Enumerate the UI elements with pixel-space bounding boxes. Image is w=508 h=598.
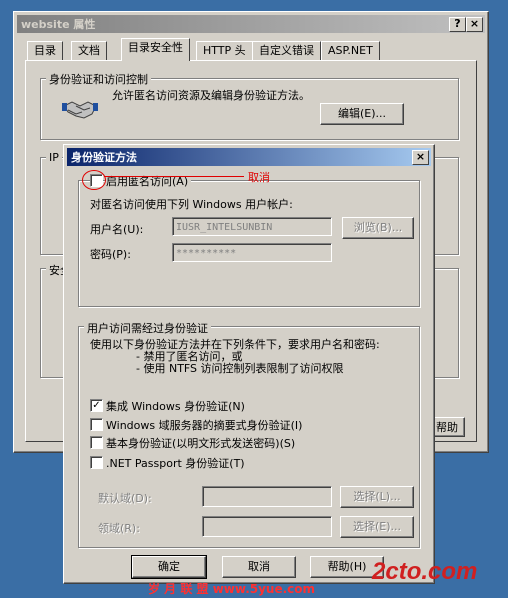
tab-custom-errors[interactable]: 自定义错误 [252, 41, 321, 60]
back-ip-group-label: IP [46, 151, 62, 164]
username-label: 用户名(U): [90, 223, 144, 236]
anon-description: 对匿名访问使用下列 Windows 用户帐户: [90, 198, 293, 211]
browse-button[interactable]: 浏览(B)... [342, 217, 414, 239]
tab-directory-security[interactable]: 目录安全性 [121, 38, 190, 61]
tab-aspnet[interactable]: ASP.NET [321, 41, 380, 60]
username-input[interactable]: IUSR_INTELSUNBIN [172, 217, 332, 236]
digest-auth-label: Windows 域服务器的摘要式身份验证(I) [106, 419, 303, 432]
back-auth-group-label: 身份验证和访问控制 [46, 71, 151, 87]
handshake-icon [62, 96, 98, 122]
dialog-title: 身份验证方法 [71, 151, 137, 164]
close-titlebar-button[interactable]: × [466, 17, 483, 32]
tab-directory[interactable]: 目录 [27, 41, 63, 60]
watermark-right: 2cto.com [372, 558, 478, 585]
properties-title: website 属性 [21, 18, 96, 31]
default-domain-label: 默认域(D): [98, 492, 152, 505]
default-domain-input[interactable] [202, 486, 332, 507]
annotation-circle [82, 170, 106, 190]
dialog-close-button[interactable]: × [412, 150, 429, 165]
realm-label: 领域(R): [98, 522, 140, 535]
edit-button[interactable]: 编辑(E)... [320, 103, 404, 125]
back-auth-description: 允许匿名访问资源及编辑身份验证方法。 [112, 89, 310, 102]
ok-button[interactable]: 确定 [131, 555, 207, 579]
back-help-button-label: 帮助 [436, 421, 458, 434]
passport-auth-checkbox[interactable] [90, 456, 103, 469]
properties-titlebar: website 属性 ? × [17, 15, 485, 33]
dialog-titlebar: 身份验证方法 × [67, 148, 431, 166]
password-input[interactable]: ********** [172, 243, 332, 262]
select-realm-button[interactable]: 选择(E)... [340, 516, 414, 538]
integrated-windows-checkbox[interactable]: ✓ [90, 399, 103, 412]
help-titlebar-button[interactable]: ? [449, 17, 466, 32]
password-label: 密码(P): [90, 248, 131, 261]
passport-auth-label: .NET Passport 身份验证(T) [106, 457, 245, 470]
integrated-windows-label: 集成 Windows 身份验证(N) [106, 400, 245, 413]
auth-description-line3: - 使用 NTFS 访问控制列表限制了访问权限 [136, 362, 344, 375]
realm-input[interactable] [202, 516, 332, 537]
annotation-label: 取消 [248, 171, 270, 184]
watermark-left: 岁 月 联 盟 www.5yue.com [148, 582, 316, 596]
auth-group-label: 用户访问需经过身份验证 [84, 320, 211, 336]
digest-auth-checkbox[interactable] [90, 418, 103, 431]
cancel-button[interactable]: 取消 [222, 556, 296, 578]
tab-http-headers[interactable]: HTTP 头 [196, 41, 253, 60]
basic-auth-checkbox[interactable] [90, 436, 103, 449]
select-domain-button[interactable]: 选择(L)... [340, 486, 414, 508]
tab-documents[interactable]: 文档 [71, 41, 107, 60]
annotation-line [104, 176, 244, 177]
basic-auth-label: 基本身份验证(以明文形式发送密码)(S) [106, 437, 296, 450]
